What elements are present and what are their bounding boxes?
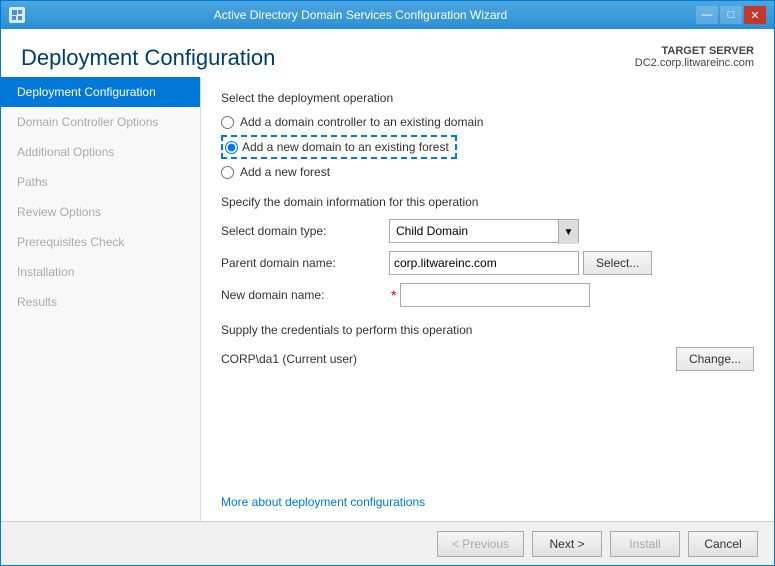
sidebar-item-results: Results: [1, 287, 200, 317]
domain-type-control: Child Domain ▼: [389, 219, 754, 243]
window-icon: [9, 7, 25, 23]
credentials-row: CORP\da1 (Current user) Change...: [221, 347, 754, 371]
cancel-button[interactable]: Cancel: [688, 531, 758, 557]
form-row-domain-type: Select domain type: Child Domain ▼: [221, 219, 754, 243]
maximize-button[interactable]: □: [720, 6, 742, 24]
credentials-user: CORP\da1 (Current user): [221, 352, 357, 366]
new-domain-label: New domain name:: [221, 288, 381, 302]
previous-button[interactable]: < Previous: [437, 531, 524, 557]
body-area: Deployment Configuration Domain Controll…: [1, 77, 774, 521]
domain-type-dropdown[interactable]: Child Domain ▼: [389, 219, 579, 243]
domain-type-value: Child Domain: [390, 220, 558, 242]
radio-new-domain-forest[interactable]: Add a new domain to an existing forest: [221, 135, 754, 159]
domain-type-label: Select domain type:: [221, 224, 381, 238]
target-server-info: TARGET SERVER DC2.corp.litwareinc.com: [635, 45, 754, 69]
page-header: Deployment Configuration TARGET SERVER D…: [1, 29, 774, 77]
new-domain-control: *: [389, 283, 754, 307]
footer: < Previous Next > Install Cancel: [1, 521, 774, 565]
credentials-section: Supply the credentials to perform this o…: [221, 323, 754, 371]
sidebar-item-paths: Paths: [1, 167, 200, 197]
close-button[interactable]: ✕: [744, 6, 766, 24]
window-title: Active Directory Domain Services Configu…: [25, 8, 696, 22]
sidebar-item-additional-options: Additional Options: [1, 137, 200, 167]
page-title: Deployment Configuration: [21, 45, 275, 71]
radio-selected-box: Add a new domain to an existing forest: [221, 135, 457, 159]
title-bar: Active Directory Domain Services Configu…: [1, 1, 774, 29]
radio-new-domain-forest-input[interactable]: [225, 141, 238, 154]
domain-info-section: Specify the domain information for this …: [221, 195, 754, 307]
content-inner: Select the deployment operation Add a do…: [221, 77, 754, 487]
main-window: Active Directory Domain Services Configu…: [0, 0, 775, 566]
form-row-parent-domain: Parent domain name: Select...: [221, 251, 754, 275]
sidebar-item-installation: Installation: [1, 257, 200, 287]
radio-new-forest-input[interactable]: [221, 166, 234, 179]
change-credentials-button[interactable]: Change...: [676, 347, 754, 371]
new-domain-input[interactable]: [400, 283, 590, 307]
parent-domain-select-button[interactable]: Select...: [583, 251, 652, 275]
sidebar-item-domain-controller-options: Domain Controller Options: [1, 107, 200, 137]
credentials-title: Supply the credentials to perform this o…: [221, 323, 754, 337]
target-server-name: DC2.corp.litwareinc.com: [635, 57, 754, 69]
radio-existing-domain[interactable]: Add a domain controller to an existing d…: [221, 115, 754, 129]
install-button[interactable]: Install: [610, 531, 680, 557]
radio-group-deployment: Add a domain controller to an existing d…: [221, 115, 754, 179]
parent-domain-input[interactable]: [389, 251, 579, 275]
sidebar-item-deployment-configuration[interactable]: Deployment Configuration: [1, 77, 200, 107]
domain-info-title: Specify the domain information for this …: [221, 195, 754, 209]
radio-existing-domain-input[interactable]: [221, 116, 234, 129]
more-info-link[interactable]: More about deployment configurations: [221, 487, 754, 521]
parent-domain-control: Select...: [389, 251, 754, 275]
sidebar-item-prerequisites-check: Prerequisites Check: [1, 227, 200, 257]
next-button[interactable]: Next >: [532, 531, 602, 557]
dropdown-arrow-icon: ▼: [558, 220, 578, 244]
radio-new-forest[interactable]: Add a new forest: [221, 165, 754, 179]
parent-domain-label: Parent domain name:: [221, 256, 381, 270]
target-server-label: TARGET SERVER: [635, 45, 754, 57]
sidebar-item-review-options: Review Options: [1, 197, 200, 227]
sidebar: Deployment Configuration Domain Controll…: [1, 77, 201, 521]
content-area: Select the deployment operation Add a do…: [201, 77, 774, 521]
window-controls: — □ ✕: [696, 6, 766, 24]
full-layout: Deployment Configuration TARGET SERVER D…: [1, 29, 774, 521]
deployment-section-title: Select the deployment operation: [221, 91, 754, 105]
form-row-new-domain: New domain name: *: [221, 283, 754, 307]
required-star: *: [391, 287, 396, 303]
minimize-button[interactable]: —: [696, 6, 718, 24]
